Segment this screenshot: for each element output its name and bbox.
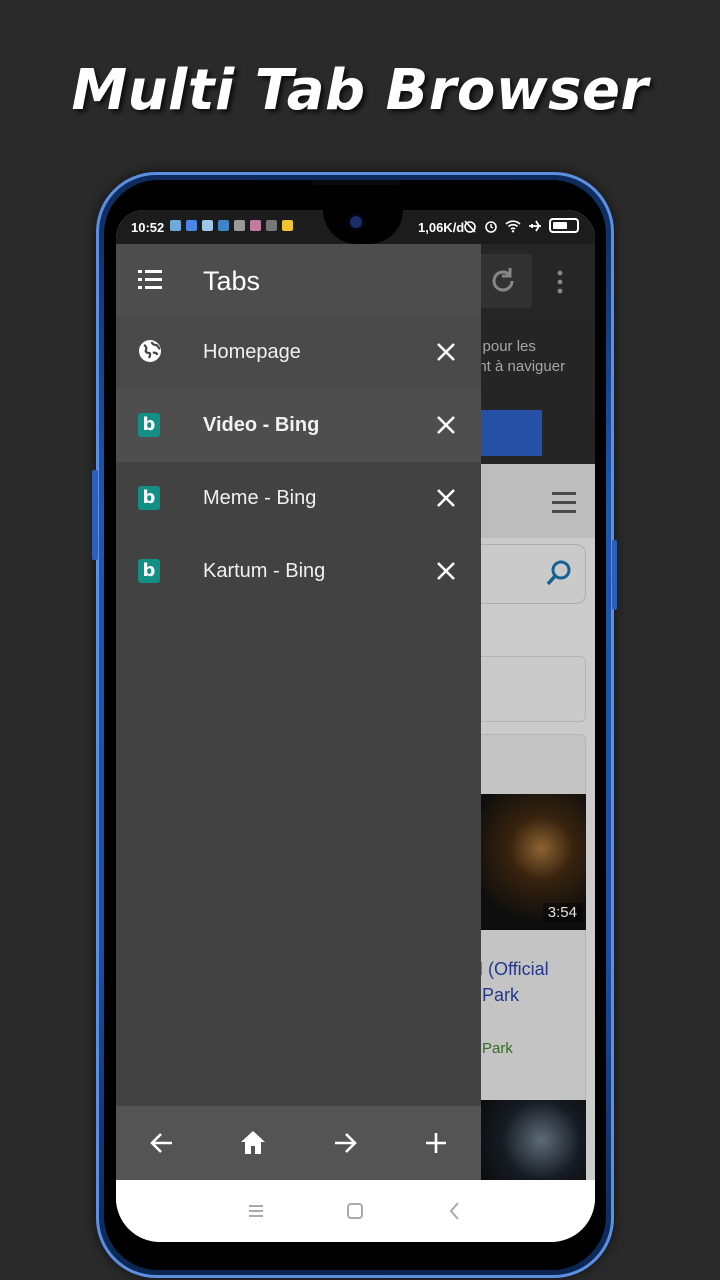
close-tab-icon[interactable] (434, 413, 458, 437)
home-icon[interactable] (238, 1128, 268, 1158)
alarm-off-icon (464, 219, 476, 233)
bing-icon: b (138, 486, 160, 510)
wifi-icon (505, 219, 521, 232)
bing-icon: b (138, 559, 160, 583)
promo-headline: Multi Tab Browser (71, 58, 649, 123)
tab-label: Meme - Bing (203, 487, 317, 509)
bing-icon: b (138, 413, 160, 437)
phone-power-button (612, 540, 617, 610)
back-arrow-icon[interactable] (147, 1128, 177, 1158)
recents-icon[interactable] (245, 1200, 267, 1222)
globe-icon (139, 340, 161, 362)
tab-label: Video - Bing (203, 414, 320, 436)
tab-item-video-bing[interactable]: b Video - Bing (116, 389, 481, 462)
drawer-title: Tabs (203, 266, 261, 296)
close-tab-icon[interactable] (434, 340, 458, 364)
tab-label: Kartum - Bing (203, 560, 326, 582)
system-nav-bar (116, 1180, 595, 1242)
back-chevron-icon[interactable] (444, 1200, 466, 1222)
status-net-speed: 1,06K/d (418, 220, 465, 235)
add-tab-icon[interactable] (421, 1128, 451, 1158)
close-tab-icon[interactable] (434, 559, 458, 583)
notification-icons (170, 220, 293, 231)
airplane-icon (529, 220, 541, 231)
alarm-icon (485, 220, 497, 233)
tab-item-meme-bing[interactable]: b Meme - Bing (116, 462, 481, 535)
home-square-icon[interactable] (344, 1200, 366, 1222)
battery-icon (549, 218, 579, 233)
front-camera (350, 216, 362, 228)
tab-item-homepage[interactable]: Homepage (116, 316, 481, 389)
tab-list-icon (138, 270, 162, 290)
drawer-header: Tabs (116, 244, 481, 316)
tabs-drawer: Tabs Homepage b Video - Bing b Meme - Bi… (116, 244, 481, 1180)
close-tab-icon[interactable] (434, 486, 458, 510)
phone-screen: 10:52 1,06K/d e pour les ant à naviguer (116, 210, 595, 1242)
drawer-footer-toolbar (116, 1106, 481, 1180)
forward-arrow-icon[interactable] (330, 1128, 360, 1158)
phone-earpiece (312, 180, 400, 185)
tab-item-kartum-bing[interactable]: b Kartum - Bing (116, 535, 481, 608)
status-right-icons (463, 218, 579, 233)
phone-side-button (92, 470, 98, 560)
status-time: 10:52 (131, 220, 165, 235)
tab-label: Homepage (203, 341, 301, 363)
